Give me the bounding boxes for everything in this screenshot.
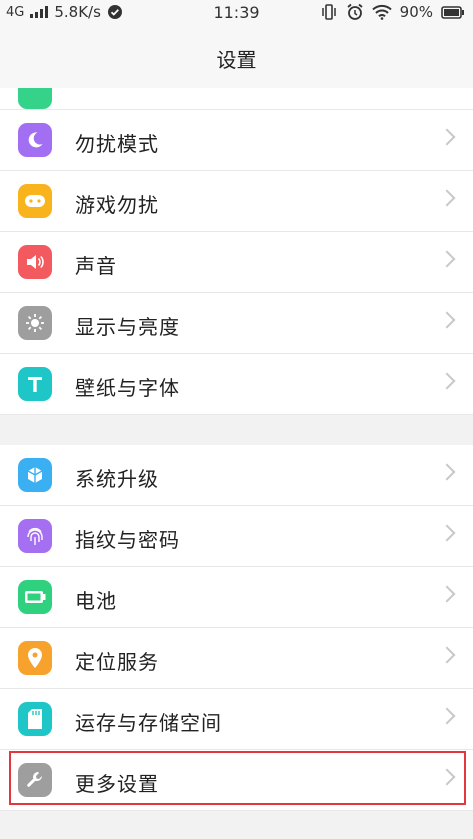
settings-item-location[interactable]: 定位服务 (0, 628, 473, 689)
chevron-right-icon (438, 524, 456, 542)
speaker-icon (18, 245, 52, 279)
settings-item-label: 电池 (75, 589, 117, 613)
settings-item-more-settings[interactable]: 更多设置 (0, 750, 473, 811)
sun-icon (18, 306, 52, 340)
settings-item-label: 壁纸与字体 (75, 376, 180, 400)
settings-item-sound[interactable]: 声音 (0, 232, 473, 293)
partial-row[interactable] (0, 88, 473, 110)
settings-item-wallpaper-font[interactable]: 壁纸与字体 (0, 354, 473, 415)
chevron-right-icon (438, 128, 456, 146)
settings-item-label: 指纹与密码 (75, 528, 180, 552)
chevron-right-icon (438, 463, 456, 481)
status-time: 11:39 (213, 3, 260, 22)
settings-item-display-brightness[interactable]: 显示与亮度 (0, 293, 473, 354)
chevron-right-icon (438, 585, 456, 603)
settings-list[interactable]: 勿扰模式 游戏勿扰 声音 显示与亮度 壁纸与字体 系统升级 指纹与密码 电池 定… (0, 88, 473, 839)
upgrade-cube-icon (18, 458, 52, 492)
vibrate-icon (320, 4, 338, 20)
gamepad-icon (18, 184, 52, 218)
fingerprint-icon (18, 519, 52, 553)
settings-item-label: 更多设置 (75, 772, 159, 796)
battery-icon (18, 580, 52, 614)
wrench-icon (18, 763, 52, 797)
settings-item-label: 运存与存储空间 (75, 711, 222, 735)
battery-icon (441, 5, 465, 19)
settings-item-do-not-disturb[interactable]: 勿扰模式 (0, 110, 473, 171)
settings-group-2: 系统升级 指纹与密码 电池 定位服务 运存与存储空间 更多设置 (0, 445, 473, 811)
wifi-icon (371, 4, 392, 20)
page-title: 设置 (216, 48, 257, 72)
settings-group-1: 勿扰模式 游戏勿扰 声音 显示与亮度 壁纸与字体 (0, 88, 473, 415)
chevron-right-icon (438, 311, 456, 329)
chevron-right-icon (438, 250, 456, 268)
partial-row-icon (18, 88, 52, 109)
title-bar: 设置 (0, 26, 473, 89)
battery-percent: 90% (399, 3, 433, 21)
font-t-icon (18, 367, 52, 401)
chevron-right-icon (438, 189, 456, 207)
settings-item-label: 系统升级 (75, 467, 159, 491)
settings-item-system-upgrade[interactable]: 系统升级 (0, 445, 473, 506)
settings-item-battery[interactable]: 电池 (0, 567, 473, 628)
settings-item-label: 勿扰模式 (75, 132, 159, 156)
location-pin-icon (18, 641, 52, 675)
settings-item-fingerprint-password[interactable]: 指纹与密码 (0, 506, 473, 567)
settings-item-label: 游戏勿扰 (75, 193, 159, 217)
moon-icon (18, 123, 52, 157)
chevron-right-icon (438, 372, 456, 390)
settings-item-label: 声音 (75, 254, 117, 278)
section-divider (0, 415, 473, 445)
chevron-right-icon (438, 768, 456, 786)
settings-item-game-dnd[interactable]: 游戏勿扰 (0, 171, 473, 232)
settings-item-memory-storage[interactable]: 运存与存储空间 (0, 689, 473, 750)
status-bar: 4G 5.8K/s 11:39 90% (0, 0, 473, 26)
chevron-right-icon (438, 707, 456, 725)
chevron-right-icon (438, 646, 456, 664)
sd-card-icon (18, 702, 52, 736)
alarm-icon (346, 3, 364, 21)
settings-item-label: 显示与亮度 (75, 315, 180, 339)
settings-item-label: 定位服务 (75, 650, 159, 674)
